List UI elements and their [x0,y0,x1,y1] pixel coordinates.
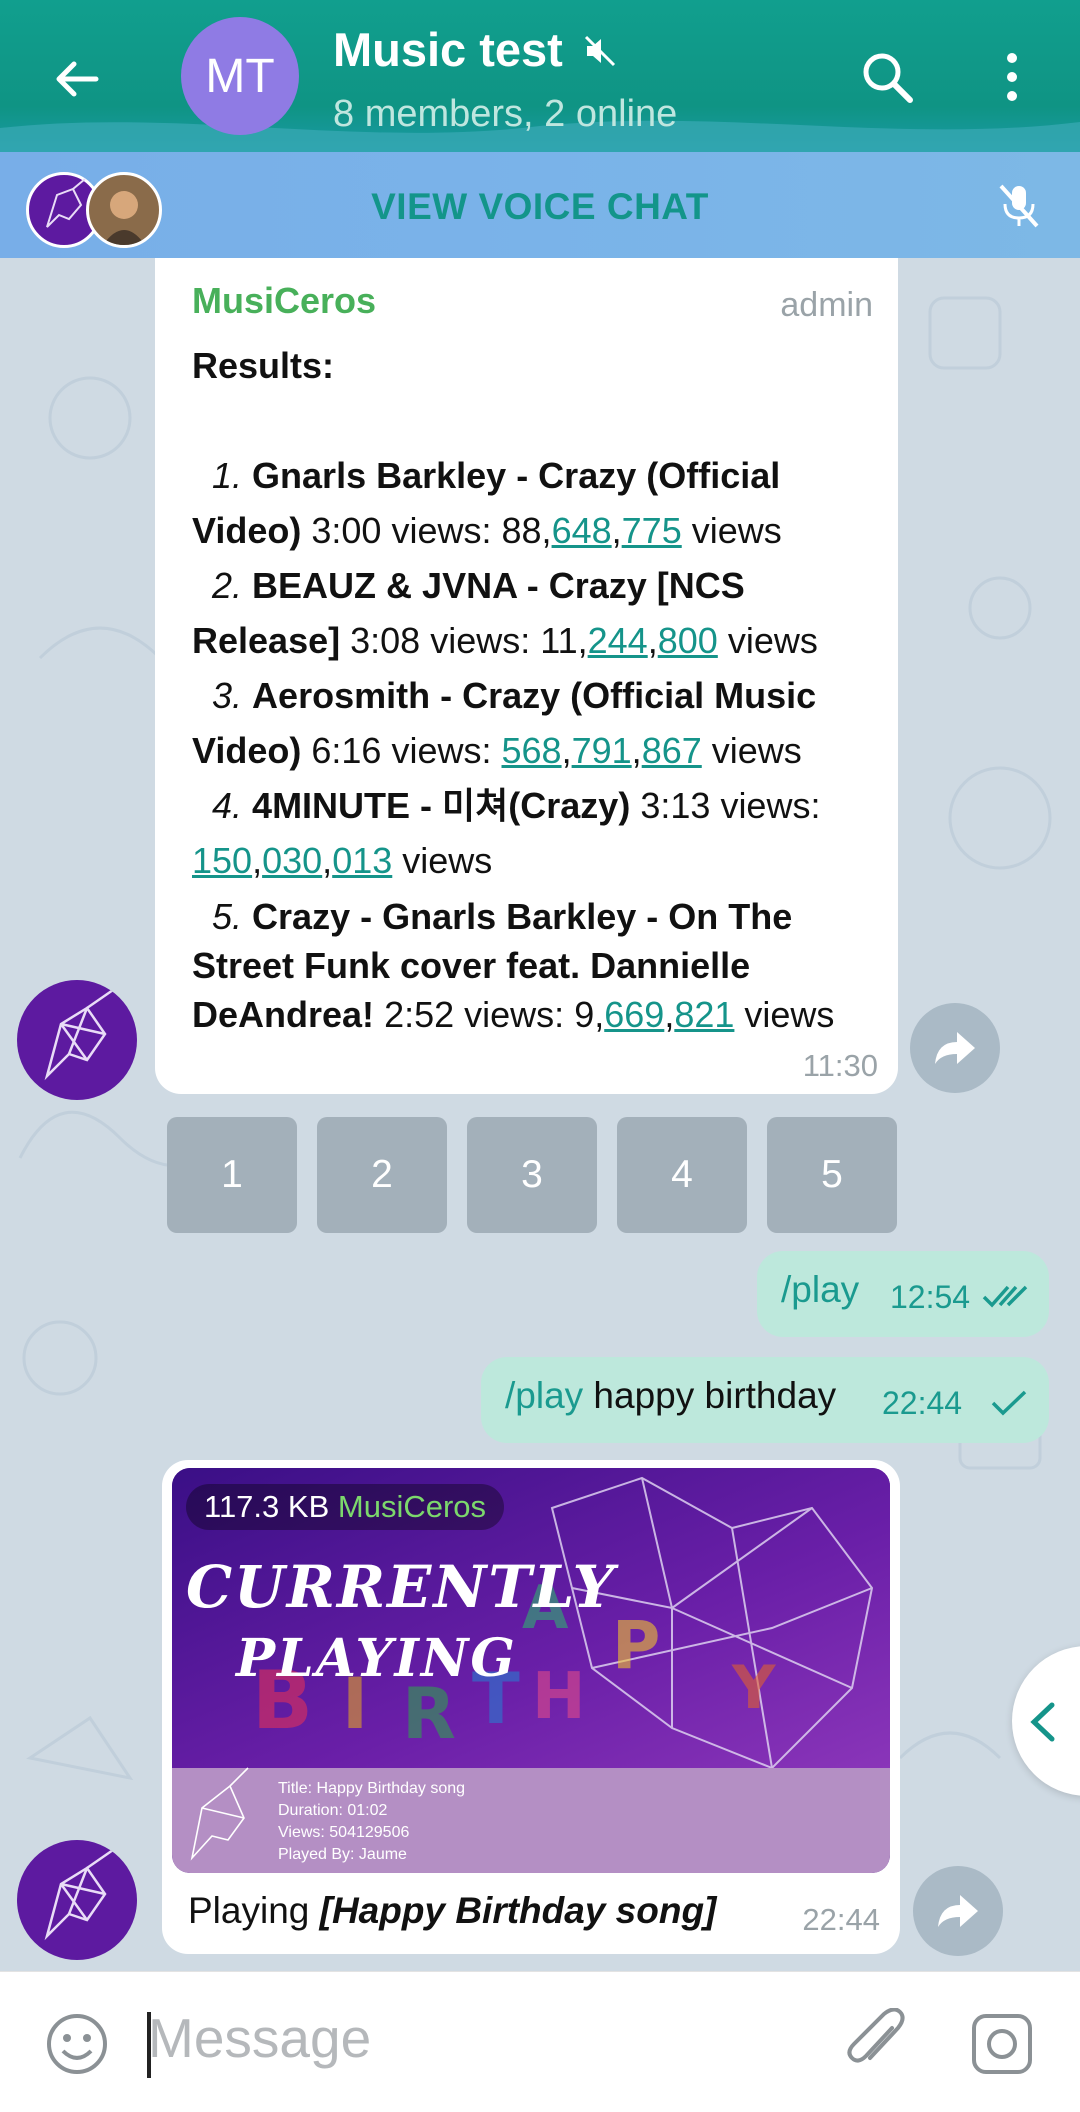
bot-avatar[interactable] [17,1840,137,1960]
share-arrow-icon [938,1895,978,1927]
chat-header: MT Music test 8 members, 2 online [0,0,1080,152]
caption: Playing [Happy Birthday song] [188,1890,717,1931]
message-time: 22:44 [882,1385,963,1421]
message-text: /play happy birthday [505,1375,837,1416]
double-check-icon [982,1285,1028,1308]
camera-icon[interactable] [970,2012,1034,2076]
result-item: 3. Aerosmith - Crazy (Official Music Vid… [192,675,817,771]
view-count-link[interactable]: 150 [192,840,252,881]
outgoing-message[interactable]: /play 12:54 [757,1251,1049,1337]
inline-button-3[interactable]: 3 [467,1117,597,1233]
back-arrow-icon[interactable] [52,54,102,104]
message-time: 22:44 [802,1902,880,1937]
results-text: Results: 1. Gnarls Barkley - Crazy (Offi… [192,338,882,1039]
message-text: /play [781,1269,860,1310]
unicorn-logo-icon [44,1848,114,1941]
image-heading-line1: CURRENTLY [186,1553,617,1621]
view-count-link[interactable]: 244 [588,620,648,661]
message-time: 11:30 [802,1048,878,1083]
message-input[interactable]: Message [148,2006,371,2070]
bot-avatar[interactable] [17,980,137,1100]
incoming-photo-message[interactable]: B I R T H A P Y CURRENTLY PLAYING Title:… [162,1460,900,1954]
muted-icon [584,35,616,67]
share-arrow-icon [935,1032,975,1064]
inline-button-1[interactable]: 1 [167,1117,297,1233]
view-count-link[interactable]: 775 [622,510,682,551]
share-button[interactable] [913,1866,1003,1956]
result-item: 5. Crazy - Gnarls Barkley - On The Stree… [192,896,835,1035]
chat-title[interactable]: Music test [333,22,563,77]
view-count-link[interactable]: 013 [332,840,392,881]
share-button[interactable] [910,1003,1000,1093]
incoming-message-results[interactable]: MusiCeros admin Results: 1. Gnarls Barkl… [155,258,898,1094]
message-time: 12:54 [890,1279,971,1315]
admin-badge: admin [780,286,873,324]
voice-chat-bar[interactable]: VIEW VOICE CHAT [0,152,1080,258]
sender-name[interactable]: MusiCeros [192,280,376,322]
image-info: Title: Happy Birthday song Duration: 01:… [278,1780,466,1863]
outgoing-message[interactable]: /play happy birthday 22:44 [481,1357,1049,1443]
more-vert-icon[interactable] [1000,52,1024,102]
svg-text:H: H [532,1660,586,1734]
view-count-link[interactable]: 648 [552,510,612,551]
now-playing-image[interactable]: B I R T H A P Y CURRENTLY PLAYING Title:… [172,1468,890,1873]
image-heading-line2: PLAYING [236,1628,517,1689]
group-avatar[interactable]: MT [181,17,299,135]
chat-subtitle: 8 members, 2 online [333,93,678,135]
view-count-link[interactable]: 800 [658,620,718,661]
results-heading: Results: [192,345,335,386]
single-check-icon [991,1390,1027,1416]
file-size-badge: 117.3 KB MusiCeros [186,1484,505,1530]
chevron-left-icon [1030,1702,1055,1742]
result-item: 1. Gnarls Barkley - Crazy (Official Vide… [192,455,782,551]
svg-text:Y: Y [731,1653,777,1723]
mic-off-icon[interactable] [997,182,1041,230]
result-item: 4. 4MINUTE - 미쳐(Crazy) 3:13 views: 150,0… [192,785,821,881]
emoji-icon[interactable] [44,2011,110,2077]
view-count-link[interactable]: 669 [604,994,664,1035]
inline-button-5[interactable]: 5 [767,1117,897,1233]
view-count-link[interactable]: 030 [262,840,322,881]
svg-text:P: P [612,1607,660,1684]
inline-button-4[interactable]: 4 [617,1117,747,1233]
view-count-link[interactable]: 791 [572,730,632,771]
attach-icon[interactable] [844,2008,908,2078]
view-count-link[interactable]: 568 [502,730,562,771]
message-input-bar: Message [0,1971,1080,2112]
search-icon[interactable] [860,50,916,106]
view-voice-chat-label[interactable]: VIEW VOICE CHAT [0,186,1080,228]
inline-button-2[interactable]: 2 [317,1117,447,1233]
result-item: 2. BEAUZ & JVNA - Crazy [NCS Release] 3:… [192,565,818,661]
view-count-link[interactable]: 867 [642,730,702,771]
view-count-link[interactable]: 821 [674,994,734,1035]
unicorn-logo-icon [44,988,114,1081]
